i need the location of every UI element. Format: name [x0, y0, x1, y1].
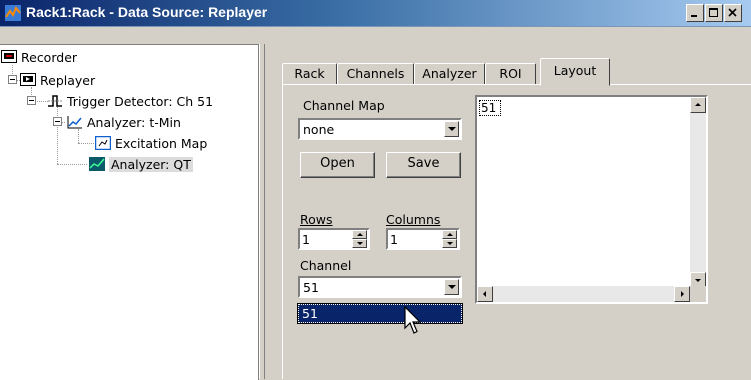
- tree-panel[interactable]: Recorder Replayer Trigger Detector: Ch 5…: [0, 44, 259, 380]
- window-title: Rack1:Rack - Data Source: Replayer: [26, 4, 268, 20]
- app-icon: [5, 5, 21, 21]
- tab-layout[interactable]: Layout: [540, 58, 610, 86]
- title-bar: Rack1:Rack - Data Source: Replayer: [0, 0, 751, 27]
- tree-collapse-replayer[interactable]: [8, 75, 17, 84]
- tab-analyzer[interactable]: Analyzer: [414, 63, 485, 85]
- tree-collapse-analyzer-tmin[interactable]: [53, 117, 62, 126]
- layout-tab-panel: [282, 84, 751, 379]
- analyzer-icon: [67, 115, 83, 129]
- analyzer-qt-icon: [89, 157, 105, 171]
- minimize-button[interactable]: [686, 4, 704, 22]
- trigger-detector-icon: [47, 94, 63, 108]
- excitation-map-icon: [94, 135, 112, 151]
- replayer-icon: [20, 73, 36, 87]
- tree-item-trigger-detector[interactable]: Trigger Detector: Ch 51: [47, 93, 213, 109]
- close-icon: [728, 8, 737, 17]
- tree-collapse-trigger[interactable]: [27, 96, 36, 105]
- maximize-button[interactable]: [705, 4, 723, 22]
- tab-channels[interactable]: Channels: [337, 63, 414, 85]
- tree-item-replayer[interactable]: Replayer: [20, 72, 95, 88]
- tree-item-recorder[interactable]: Recorder: [1, 49, 77, 65]
- recorder-icon: [1, 50, 17, 64]
- tree-item-analyzer-qt[interactable]: Analyzer: QT: [89, 156, 193, 172]
- tab-rack[interactable]: Rack: [282, 63, 337, 85]
- tab-roi[interactable]: ROI: [485, 63, 536, 85]
- tree-item-excitation-map[interactable]: Excitation Map: [94, 135, 207, 151]
- close-button[interactable]: [724, 4, 742, 22]
- tree-item-analyzer-tmin[interactable]: Analyzer: t-Min: [67, 114, 181, 130]
